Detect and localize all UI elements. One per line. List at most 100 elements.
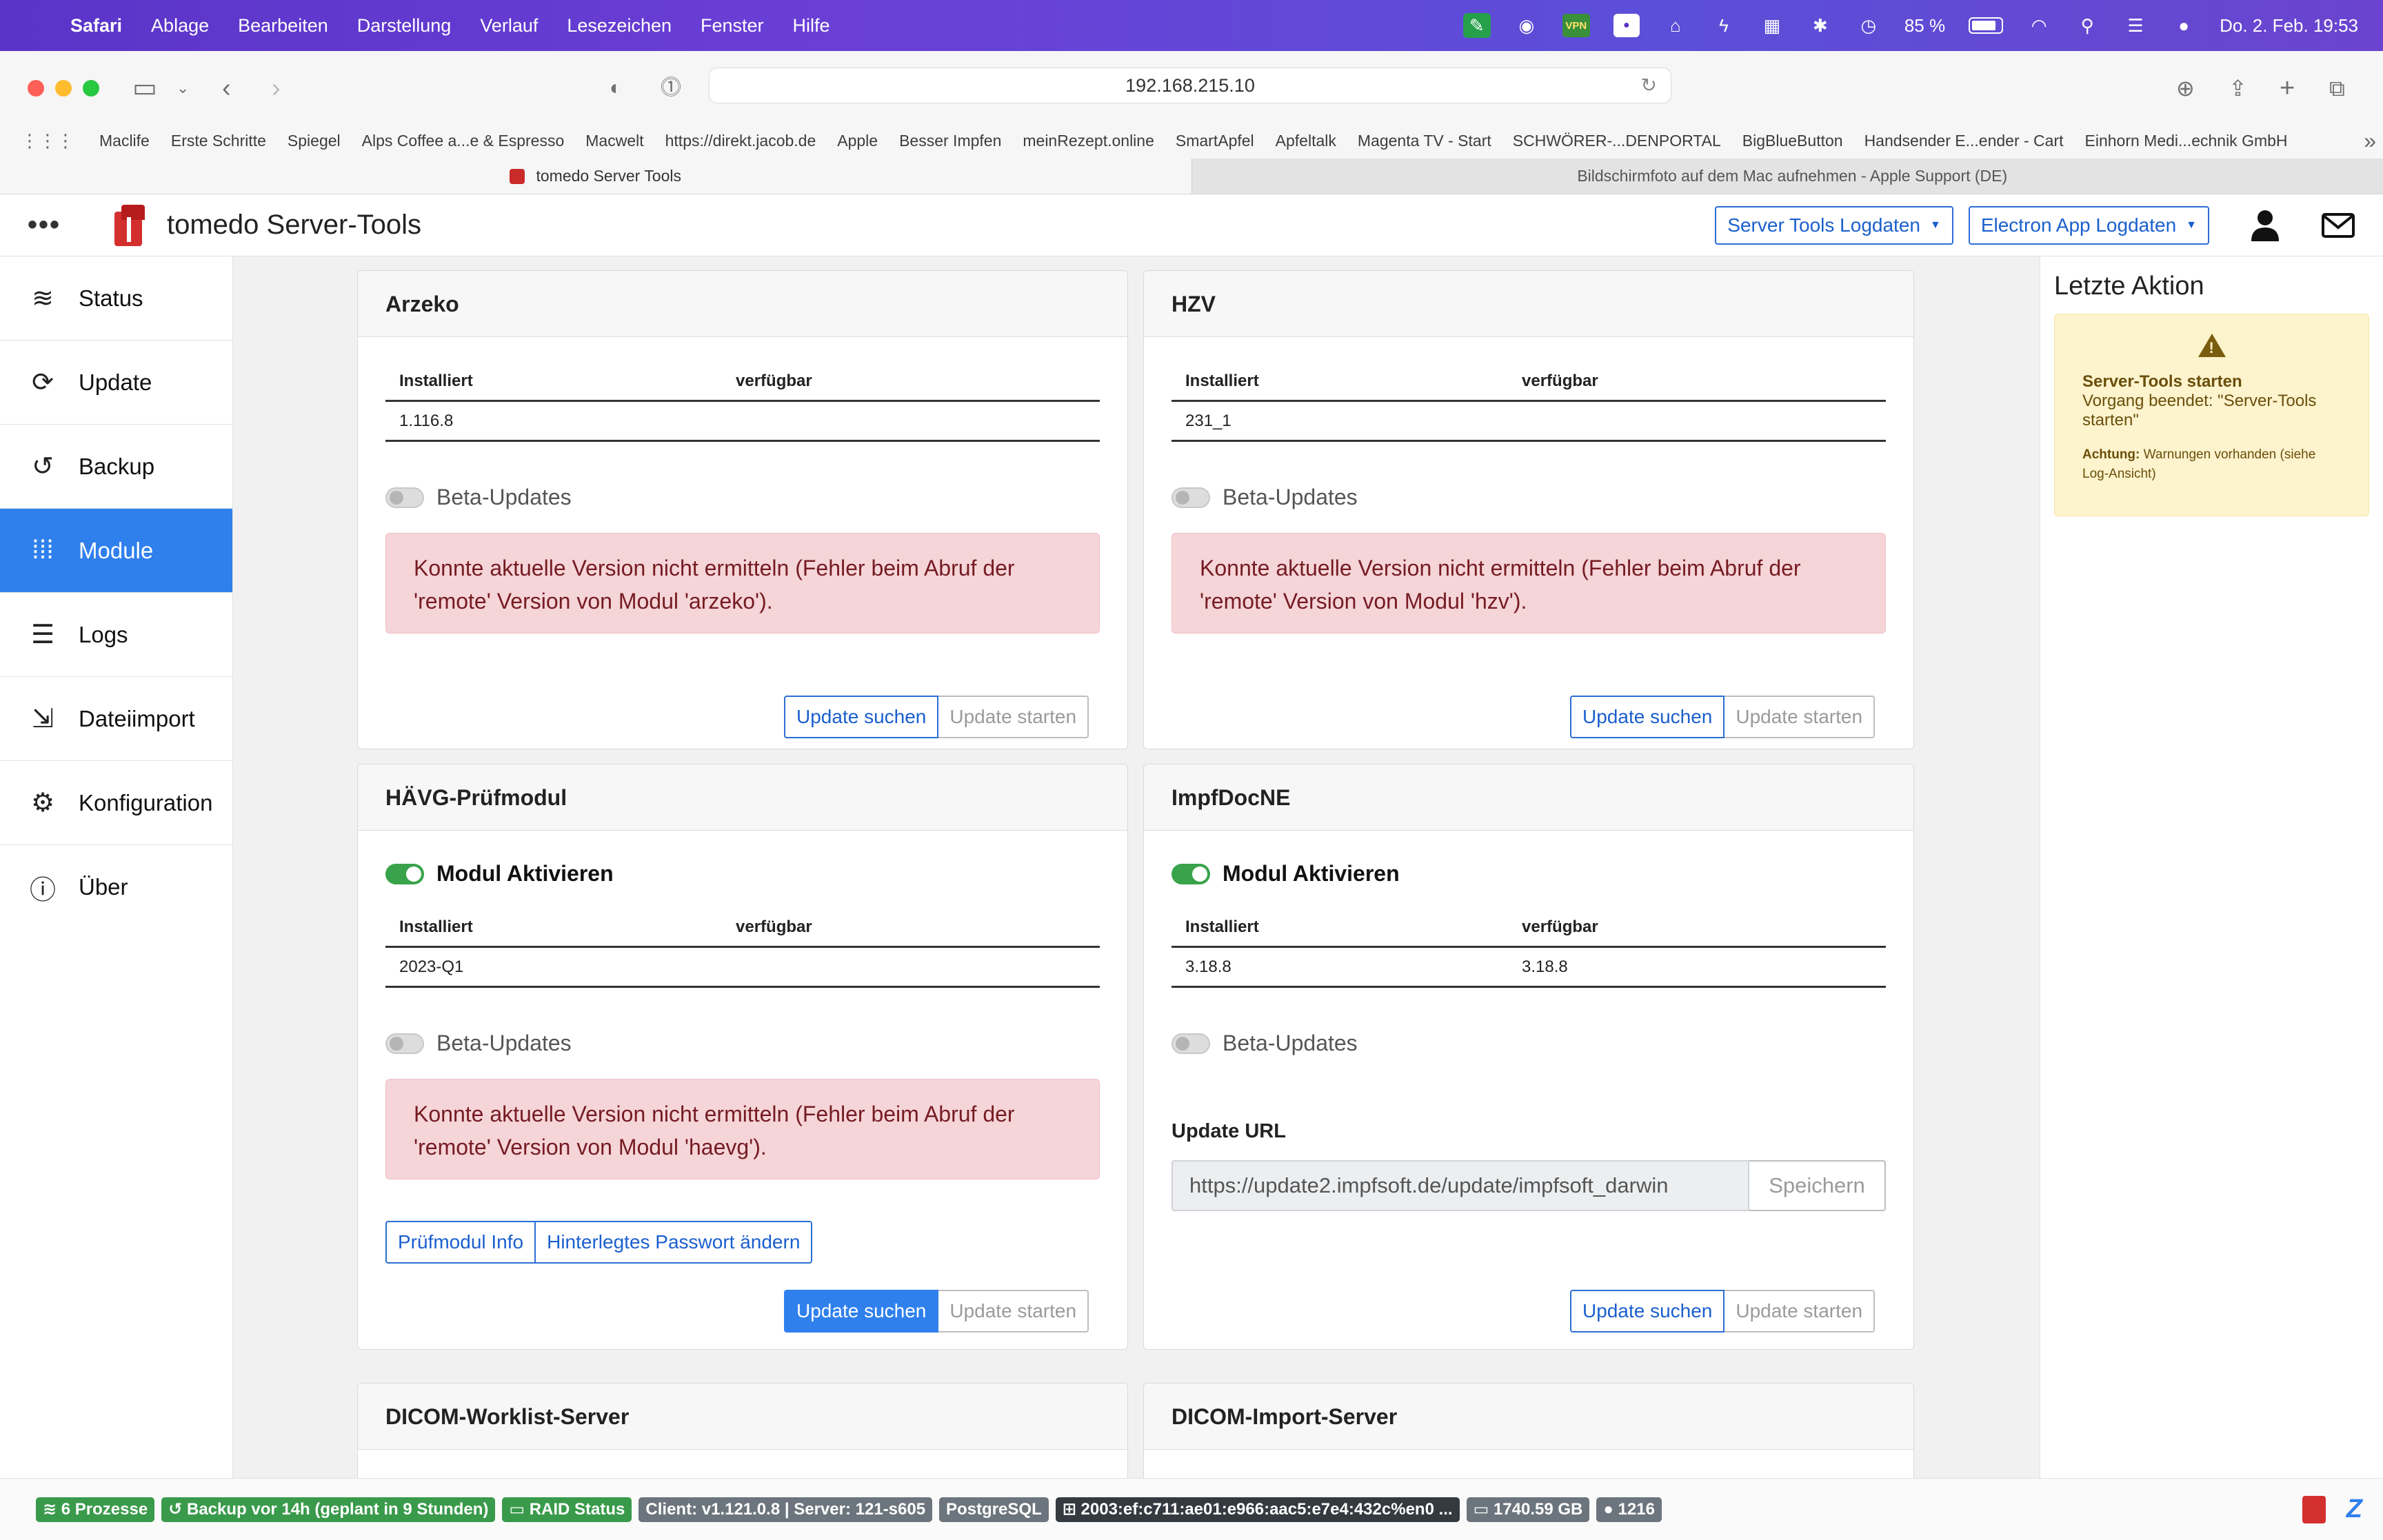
module-activate-toggle[interactable]: Modul Aktivieren — [385, 861, 614, 886]
menu-fenster[interactable]: Fenster — [701, 15, 764, 37]
sidebar-item-backup[interactable]: ↺ Backup — [0, 425, 232, 509]
sidebar-item-module[interactable]: ⁞⁞⁞ Module — [0, 509, 232, 593]
zollsoft-logo-icon[interactable]: Z — [2346, 1495, 2362, 1524]
update-start-button[interactable]: Update starten — [1725, 696, 1876, 738]
electron-app-logs-dropdown[interactable]: Electron App Logdaten ▼ — [1968, 205, 2209, 245]
beta-updates-toggle[interactable]: Beta-Updates — [385, 1031, 572, 1056]
sidebar-toggle-icon[interactable]: ▭ — [132, 72, 157, 105]
sidebar-item-dateiimport[interactable]: ⇲ Dateiimport — [0, 677, 232, 761]
vpn-icon[interactable]: VPN — [1562, 14, 1590, 37]
close-window-button[interactable] — [28, 80, 44, 97]
control-center-icon[interactable]: ☰ — [2123, 13, 2148, 38]
time-machine-icon[interactable]: ◷ — [1856, 13, 1881, 38]
menu-ablage[interactable]: Ablage — [151, 15, 209, 37]
update-start-button[interactable]: Update starten — [938, 696, 1089, 738]
processes-badge[interactable]: ≋ 6 Prozesse — [36, 1497, 155, 1522]
bookmarks-grid-icon[interactable]: ⋮⋮⋮ — [21, 130, 74, 152]
sidebar-item-ueber[interactable]: ⓘ Über — [0, 845, 232, 929]
more-menu-icon[interactable]: ••• — [28, 210, 83, 241]
menu-verlauf[interactable]: Verlauf — [480, 15, 538, 37]
update-search-button[interactable]: Update suchen — [784, 696, 939, 738]
bookmark-item[interactable]: Apple — [837, 132, 878, 150]
back-icon[interactable]: ‹ — [222, 72, 231, 105]
zoom-window-button[interactable] — [83, 80, 99, 97]
wifi-icon[interactable]: ◠ — [2027, 13, 2051, 38]
pruefmodul-info-button[interactable]: Prüfmodul Info — [385, 1221, 536, 1264]
tab-apple-support[interactable]: Bildschirmfoto auf dem Mac aufnehmen - A… — [1191, 159, 2383, 194]
update-search-button[interactable]: Update suchen — [1570, 1290, 1725, 1333]
bluetooth-icon[interactable]: ✱ — [1808, 13, 1833, 38]
save-button[interactable]: Speichern — [1749, 1160, 1886, 1211]
beta-updates-toggle[interactable]: Beta-Updates — [1172, 1031, 1358, 1056]
minimize-window-button[interactable] — [55, 80, 72, 97]
pencil-app-icon[interactable]: ✎ — [1462, 13, 1491, 38]
backup-badge[interactable]: ↺ Backup vor 14h (geplant in 9 Stunden) — [161, 1497, 496, 1522]
beta-updates-toggle[interactable]: Beta-Updates — [385, 485, 572, 510]
tab-overview-icon[interactable]: ⧉ — [2329, 72, 2345, 105]
menubar-clock[interactable]: Do. 2. Feb. 19:53 — [2220, 15, 2358, 37]
address-bar[interactable]: 192.168.215.10 ↻ — [709, 68, 1671, 103]
toggle-switch[interactable] — [1172, 1033, 1210, 1054]
spotlight-search-icon[interactable]: ⚲ — [2075, 13, 2100, 38]
toggle-switch[interactable] — [385, 1033, 424, 1054]
toggle-switch[interactable] — [1172, 487, 1210, 508]
update-search-button[interactable]: Update suchen — [784, 1290, 939, 1333]
sidebar-item-logs[interactable]: ☰ Logs — [0, 593, 232, 677]
bookmark-item[interactable]: SmartApfel — [1176, 132, 1254, 150]
bookmark-item[interactable]: meinRezept.online — [1023, 132, 1154, 150]
siri-icon[interactable]: ● — [2171, 13, 2196, 38]
app-status-icon[interactable]: ● — [1613, 14, 1640, 37]
bookmark-item[interactable]: Apfeltalk — [1276, 132, 1336, 150]
sidebar-item-update[interactable]: ⟳ Update — [0, 341, 232, 425]
new-tab-icon[interactable]: + — [2280, 72, 2295, 105]
chevron-down-icon[interactable]: ⌄ — [177, 72, 189, 105]
menu-darstellung[interactable]: Darstellung — [357, 15, 452, 37]
bookmark-item[interactable]: Spiegel — [288, 132, 341, 150]
password-extension-icon[interactable]: ⓵ — [661, 72, 681, 105]
bolt-icon[interactable]: ϟ — [1711, 13, 1736, 38]
share-icon[interactable]: ⇪ — [2229, 72, 2247, 105]
server-tools-logs-dropdown[interactable]: Server Tools Logdaten ▼ — [1715, 205, 1953, 245]
toggle-switch[interactable] — [385, 487, 424, 508]
update-url-input[interactable]: https://update2.impfsoft.de/update/impfs… — [1172, 1160, 1749, 1211]
menu-hilfe[interactable]: Hilfe — [793, 15, 830, 37]
vpn-shield-icon[interactable]: ◉ — [1514, 13, 1539, 38]
update-start-button[interactable]: Update starten — [938, 1290, 1089, 1333]
update-search-button[interactable]: Update suchen — [1570, 696, 1725, 738]
battery-icon[interactable] — [1969, 17, 2004, 34]
bookmark-item[interactable]: Erste Schritte — [171, 132, 266, 150]
home-icon[interactable]: ⌂ — [1663, 13, 1688, 38]
raid-badge[interactable]: ▭ RAID Status — [502, 1497, 632, 1522]
downloads-icon[interactable]: ⊕ — [2176, 72, 2195, 105]
bookmark-item[interactable]: https://direkt.jacob.de — [665, 132, 816, 150]
forward-icon[interactable]: › — [272, 72, 281, 105]
bookmark-item[interactable]: SCHWÖRER-...DENPORTAL — [1513, 132, 1721, 150]
bookmarks-overflow-icon[interactable]: » — [2364, 128, 2376, 154]
bookmark-item[interactable]: Macwelt — [585, 132, 643, 150]
bookmark-item[interactable]: BigBlueButton — [1742, 132, 1843, 150]
bookmark-item[interactable]: Einhorn Medi...echnik GmbH — [2085, 132, 2288, 150]
toggle-switch[interactable] — [1172, 863, 1210, 884]
module-activate-toggle[interactable]: Modul Aktivieren — [1172, 861, 1400, 886]
tab-tomedo[interactable]: tomedo Server Tools — [0, 159, 1192, 194]
bookmark-item[interactable]: Magenta TV - Start — [1358, 132, 1491, 150]
sidebar-item-konfiguration[interactable]: ⚙ Konfiguration — [0, 761, 232, 845]
menu-lesezeichen[interactable]: Lesezeichen — [567, 15, 672, 37]
menu-bearbeiten[interactable]: Bearbeiten — [238, 15, 328, 37]
bookmark-item[interactable]: Alps Coffee a...e & Espresso — [362, 132, 565, 150]
sidebar-item-status[interactable]: ≋ Status — [0, 256, 232, 341]
beta-updates-toggle[interactable]: Beta-Updates — [1172, 485, 1358, 510]
bookmark-item[interactable]: Maclife — [99, 132, 150, 150]
menu-app-safari[interactable]: Safari — [70, 15, 122, 37]
update-start-button[interactable]: Update starten — [1725, 1290, 1876, 1333]
reload-icon[interactable]: ↻ — [1641, 68, 1657, 103]
privacy-shield-icon[interactable]: ◐ — [610, 72, 622, 105]
bookmark-item[interactable]: Handsender E...ender - Cart — [1864, 132, 2064, 150]
memory-icon[interactable]: ▦ — [1760, 13, 1784, 38]
toggle-switch[interactable] — [385, 863, 424, 884]
mail-icon[interactable] — [2321, 208, 2355, 243]
bookmark-item[interactable]: Besser Impfen — [899, 132, 1001, 150]
change-password-button[interactable]: Hinterlegtes Passwort ändern — [536, 1221, 813, 1264]
tomedo-logo-icon[interactable] — [2302, 1495, 2326, 1523]
user-icon[interactable] — [2248, 208, 2282, 243]
